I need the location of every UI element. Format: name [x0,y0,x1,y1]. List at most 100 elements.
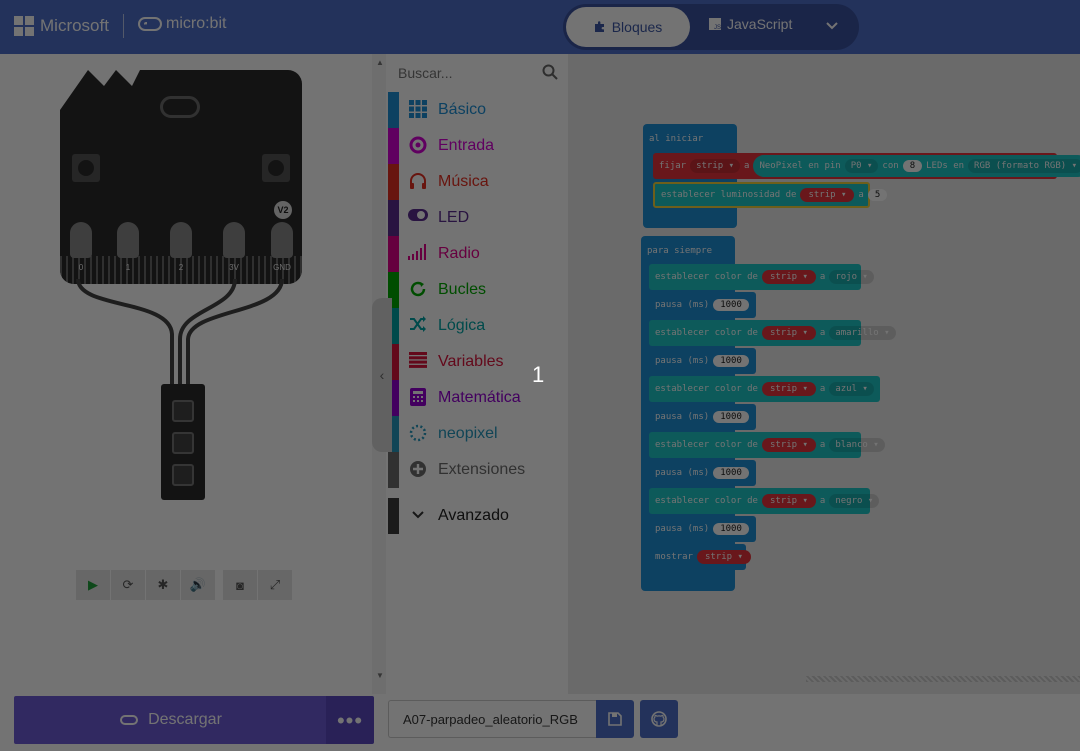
set-color-block[interactable]: establecer color de strip ▾ a amarillo ▾ [649,320,896,346]
pin-0-pad[interactable] [70,222,92,258]
github-button[interactable] [640,700,678,738]
button-a[interactable] [72,154,100,182]
led-count-input[interactable]: 8 [902,160,923,172]
blocks-mode-button[interactable]: Bloques [566,7,690,47]
search-icon[interactable] [542,64,558,80]
set-color-label: establecer color de [655,496,758,506]
svg-text:JS: JS [714,25,721,30]
chevron-down-icon[interactable] [825,18,839,35]
javascript-mode-button[interactable]: JS JavaScript [709,16,792,32]
pause-label: pausa (ms) [655,412,710,422]
neopixel-create-block[interactable]: NeoPixel en pin P0 ▾ con 8 LEDs en RGB (… [753,155,1080,177]
pin-2-pad[interactable] [170,222,192,258]
chevron-down-icon [408,506,428,526]
pause-ms-input[interactable]: 1000 [713,467,749,479]
strip-variable-pill[interactable]: strip ▾ [761,382,816,396]
category-advanced[interactable]: Avanzado [388,498,568,534]
set-color-block[interactable]: establecer color de strip ▾ a azul ▾ [649,376,880,402]
play-icon[interactable]: ▶ [76,570,110,600]
strip-variable-pill[interactable]: strip ▾ [761,326,816,340]
color-dropdown[interactable]: rojo ▾ [829,270,874,284]
pause-block[interactable]: pausa (ms) 1000 [649,292,756,318]
project-name-input[interactable] [388,700,596,738]
category-label: LED [438,209,470,226]
set-color-block[interactable]: establecer color de strip ▾ a rojo ▾ [649,264,874,290]
strip-variable-pill[interactable]: strip ▾ [696,550,751,564]
pause-label: pausa (ms) [655,468,710,478]
pin-1-pad[interactable] [117,222,139,258]
pause-block[interactable]: pausa (ms) 1000 [649,460,756,486]
set-color-block[interactable]: establecer color de strip ▾ a negro ▾ [649,488,880,514]
strip-variable-pill[interactable]: strip ▾ [800,188,855,202]
pause-label: pausa (ms) [655,356,710,366]
puzzle-icon [594,21,604,32]
screenshot-icon[interactable]: ◙ [223,570,257,600]
color-dropdown[interactable]: negro ▾ [829,494,880,508]
color-dropdown[interactable]: blanco ▾ [829,438,885,452]
blocks-mode-label: Bloques [611,19,663,35]
javascript-icon: JS [709,18,721,30]
touch-logo[interactable] [160,96,200,118]
category-música[interactable]: Música [388,164,568,200]
save-button[interactable] [596,700,634,738]
category-bucles[interactable]: Bucles [388,272,568,308]
strip-variable-dropdown[interactable]: strip ▾ [690,159,741,173]
microbit-board[interactable]: V2 0 1 2 3V GND [60,70,302,284]
pause-label: pausa (ms) [655,300,710,310]
set-brightness-block[interactable]: establecer luminosidad de strip ▾ a 5 [653,182,888,208]
workspace-horizontal-scrollbar[interactable] [806,676,1080,682]
fullscreen-icon[interactable]: ⤢ [258,570,292,600]
pin-gnd-pad[interactable] [271,222,293,258]
strip-variable-pill[interactable]: strip ▾ [761,438,816,452]
pause-ms-input[interactable]: 1000 [713,299,749,311]
download-button[interactable]: Descargar [14,696,328,744]
pause-block[interactable]: pausa (ms) 1000 [649,348,756,374]
brightness-value-input[interactable]: 5 [867,189,888,201]
category-básico[interactable]: Básico [388,92,568,128]
button-b[interactable] [262,154,290,182]
blocks-workspace[interactable]: al iniciar fijar strip ▾ a NeoPixel en p… [568,54,1080,694]
v2-badge: V2 [274,201,292,219]
mode-dropdown[interactable]: RGB (formato RGB) ▾ [968,159,1080,173]
loop-icon [408,280,428,300]
show-strip-block[interactable]: mostrar strip ▾ [649,544,751,570]
set-strip-block[interactable]: fijar strip ▾ a NeoPixel en pin P0 ▾ con… [653,153,1080,179]
pause-ms-input[interactable]: 1000 [713,411,749,423]
color-dropdown[interactable]: azul ▾ [829,382,874,396]
category-lógica[interactable]: Lógica [388,308,568,344]
category-radio[interactable]: Radio [388,236,568,272]
category-neopixel[interactable]: neopixel [388,416,568,452]
more-options-button[interactable]: ••• [326,696,374,744]
pause-block[interactable]: pausa (ms) 1000 [649,404,756,430]
category-color-bar [388,164,399,200]
forever-label: para siempre [647,246,713,256]
search-input[interactable] [398,59,530,87]
category-led[interactable]: LED [388,200,568,236]
to-keyword: a [819,328,826,338]
tutorial-step-number: 1 [532,362,545,387]
pause-block[interactable]: pausa (ms) 1000 [649,516,756,542]
pause-ms-input[interactable]: 1000 [713,355,749,367]
strip-variable-pill[interactable]: strip ▾ [761,270,816,284]
scroll-up-icon[interactable]: ▲ [376,58,384,67]
scroll-down-icon[interactable]: ▼ [376,671,384,680]
strip-variable-pill[interactable]: strip ▾ [761,494,816,508]
category-label: Matemática [438,389,521,406]
pin-3v-pad[interactable] [223,222,245,258]
toggle-icon [408,208,428,228]
microsoft-logo[interactable]: Microsoft [14,16,109,36]
category-entrada[interactable]: Entrada [388,128,568,164]
debug-icon[interactable]: ✱ [146,570,180,600]
color-dropdown[interactable]: amarillo ▾ [829,326,896,340]
plus-circle-icon [408,460,428,480]
microbit-logo[interactable]: micro:bit [138,15,226,33]
restart-icon[interactable]: ⟳ [111,570,145,600]
sound-icon[interactable]: 🔊 [181,570,215,600]
pin-dropdown[interactable]: P0 ▾ [844,159,879,173]
neopixel-wires [76,279,284,389]
set-color-label: establecer color de [655,328,758,338]
set-color-block[interactable]: establecer color de strip ▾ a blanco ▾ [649,432,885,458]
category-extensiones[interactable]: Extensiones [388,452,568,488]
pause-ms-input[interactable]: 1000 [713,523,749,535]
collapse-simulator-button[interactable]: ‹ [372,298,392,452]
